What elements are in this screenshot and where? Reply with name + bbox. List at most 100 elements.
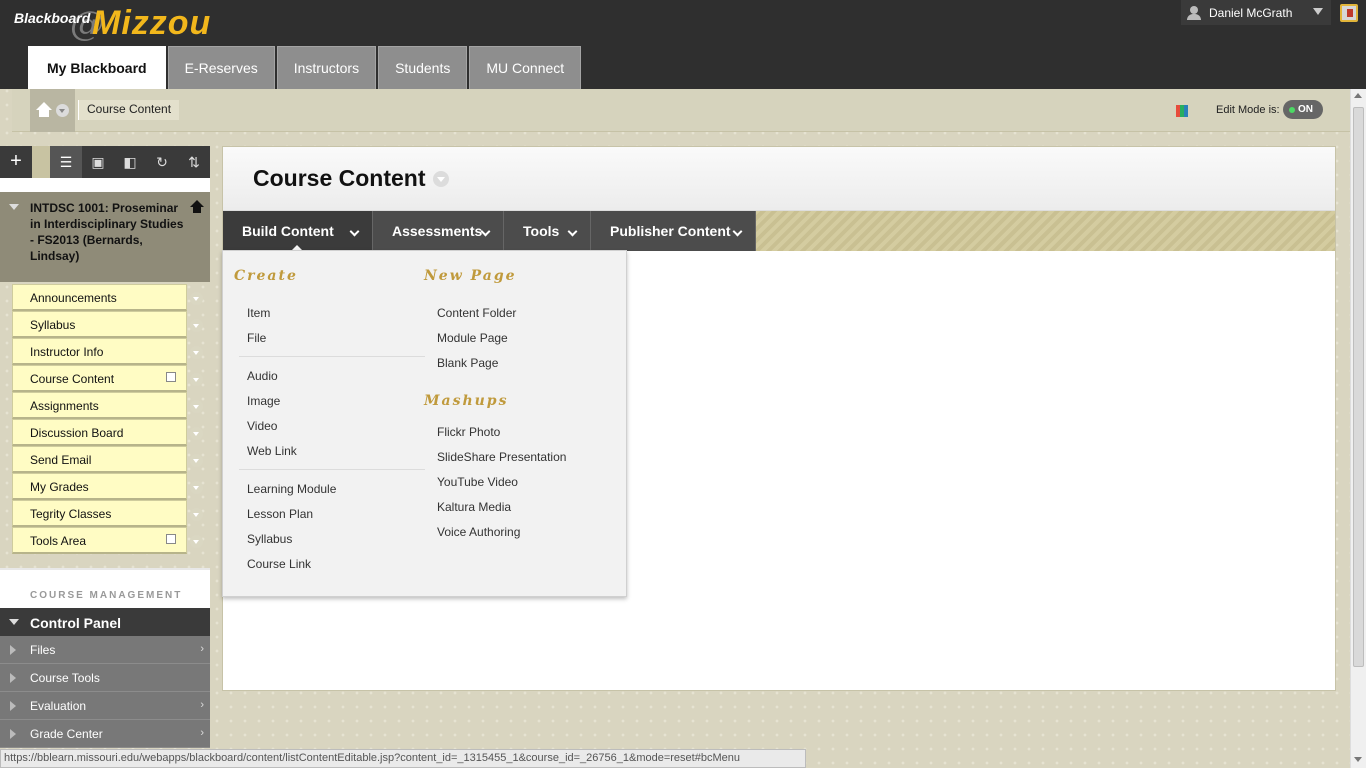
menu-item-label: Announcements: [30, 291, 117, 305]
home-button[interactable]: [30, 89, 75, 132]
chevron-down-icon[interactable]: [190, 508, 203, 521]
menu-item-label: Discussion Board: [30, 426, 124, 440]
sidebar-item-instructor-info[interactable]: Instructor Info: [12, 338, 203, 365]
assessments-button[interactable]: Assessments: [373, 211, 504, 251]
control-panel-item-files[interactable]: Files ›: [0, 636, 210, 664]
user-menu[interactable]: Daniel McGrath: [1181, 0, 1331, 25]
toolbar-divider: [32, 146, 50, 178]
chevron-down-icon[interactable]: [190, 292, 203, 305]
tools-button[interactable]: Tools: [504, 211, 591, 251]
menu-item-image[interactable]: Image: [247, 394, 280, 408]
menu-item-voice-authoring[interactable]: Voice Authoring: [437, 525, 520, 539]
link-icon: [166, 372, 176, 382]
menu-item-audio[interactable]: Audio: [247, 369, 278, 383]
sidebar-item-send-email[interactable]: Send Email: [12, 446, 203, 473]
scroll-down-icon[interactable]: [1354, 757, 1362, 762]
chevron-down-icon[interactable]: [56, 104, 69, 117]
collapse-icon: [9, 619, 19, 625]
home-icon[interactable]: [190, 200, 204, 214]
scroll-thumb[interactable]: [1353, 107, 1364, 667]
edit-mode-toggle[interactable]: ON: [1283, 100, 1323, 119]
control-panel-item-course-tools[interactable]: Course Tools: [0, 664, 210, 692]
menu-item-course-link[interactable]: Course Link: [247, 557, 311, 571]
control-panel-item-label: Course Tools: [30, 671, 100, 685]
breadcrumb-bar: Course Content Edit Mode is: ON: [12, 89, 1350, 132]
menu-item-content-folder[interactable]: Content Folder: [437, 306, 516, 320]
menu-item-item[interactable]: Item: [247, 306, 270, 320]
page-scrollbar[interactable]: [1350, 89, 1366, 768]
tab-my-blackboard[interactable]: My Blackboard: [28, 46, 166, 89]
window-icon[interactable]: ◧: [114, 146, 146, 178]
control-panel-item-grade-center[interactable]: Grade Center ›: [0, 720, 210, 748]
menu-item-syllabus[interactable]: Syllabus: [247, 532, 292, 546]
chevron-down-icon: [567, 226, 578, 237]
menu-item-kaltura-media[interactable]: Kaltura Media: [437, 500, 511, 514]
control-panel-header[interactable]: Control Panel: [0, 608, 210, 636]
publisher-content-button[interactable]: Publisher Content: [591, 211, 756, 251]
chevron-down-icon[interactable]: [190, 319, 203, 332]
sidebar-spacer: [0, 178, 210, 192]
sidebar-item-announcements[interactable]: Announcements: [12, 284, 203, 311]
add-menu-item-button[interactable]: +: [0, 146, 32, 178]
collapse-icon[interactable]: [9, 204, 19, 210]
content-header: Course Content: [223, 147, 1335, 211]
menu-item-file[interactable]: File: [247, 331, 266, 345]
chevron-down-icon[interactable]: [190, 373, 203, 386]
button-label: Publisher Content: [610, 223, 731, 239]
tab-mu-connect[interactable]: MU Connect: [469, 46, 582, 89]
scroll-up-icon[interactable]: [1354, 93, 1362, 98]
blackboard-mizzou-logo[interactable]: @ Blackboard Mizzou: [12, 4, 232, 46]
sidebar-item-tegrity-classes[interactable]: Tegrity Classes: [12, 500, 203, 527]
top-bar: @ Blackboard Mizzou Daniel McGrath My Bl…: [0, 0, 1366, 89]
tab-students[interactable]: Students: [378, 46, 468, 89]
sidebar-item-syllabus[interactable]: Syllabus: [12, 311, 203, 338]
logo-mizzou: Mizzou: [92, 4, 212, 42]
chevron-down-icon[interactable]: [433, 171, 449, 187]
tab-instructors[interactable]: Instructors: [276, 46, 377, 89]
breadcrumb-current: Course Content: [78, 100, 180, 120]
folder-icon[interactable]: ▣: [82, 146, 114, 178]
chevron-down-icon[interactable]: [190, 400, 203, 413]
menu-item-web-link[interactable]: Web Link: [247, 444, 297, 458]
browser-status-bar: https://bblearn.missouri.edu/webapps/bla…: [0, 749, 806, 768]
menu-item-youtube-video[interactable]: YouTube Video: [437, 475, 518, 489]
course-menu: Announcements Syllabus Instructor Info C…: [0, 284, 210, 554]
sidebar-item-assignments[interactable]: Assignments: [12, 392, 203, 419]
palette-icon[interactable]: [1176, 104, 1190, 118]
control-panel-item-label: Evaluation: [30, 699, 87, 713]
control-panel-item-evaluation[interactable]: Evaluation ›: [0, 692, 210, 720]
course-management-label: COURSE MANAGEMENT: [30, 590, 183, 601]
chevron-down-icon[interactable]: [190, 535, 203, 548]
chevron-down-icon[interactable]: [190, 346, 203, 359]
hidden-icon: [166, 534, 176, 544]
chevron-down-icon[interactable]: [190, 454, 203, 467]
user-name: Daniel McGrath: [1209, 5, 1293, 20]
logout-icon[interactable]: [1340, 4, 1358, 22]
menu-item-lesson-plan[interactable]: Lesson Plan: [247, 507, 313, 521]
menu-item-module-page[interactable]: Module Page: [437, 331, 508, 345]
menu-item-video[interactable]: Video: [247, 419, 277, 433]
refresh-icon[interactable]: ↻: [146, 146, 178, 178]
chevron-down-icon[interactable]: [190, 481, 203, 494]
menu-item-label: Tegrity Classes: [30, 507, 112, 521]
folder-view-icon[interactable]: ☰: [50, 146, 82, 178]
home-icon: [36, 102, 52, 118]
sidebar-item-course-content[interactable]: Course Content: [12, 365, 203, 392]
sidebar-item-tools-area[interactable]: Tools Area: [12, 527, 203, 554]
menu-item-blank-page[interactable]: Blank Page: [437, 356, 498, 370]
sidebar-item-my-grades[interactable]: My Grades: [12, 473, 203, 500]
chevron-down-icon[interactable]: [190, 427, 203, 440]
menu-item-slideshare-presentation[interactable]: SlideShare Presentation: [437, 450, 566, 464]
course-title[interactable]: INTDSC 1001: Proseminar in Interdiscipli…: [0, 192, 210, 282]
tab-e-reserves[interactable]: E-Reserves: [167, 46, 275, 89]
menu-item-learning-module[interactable]: Learning Module: [247, 482, 336, 496]
build-content-button[interactable]: Build Content: [223, 211, 373, 251]
logo-blackboard: Blackboard: [14, 10, 91, 26]
menu-divider: [239, 356, 425, 357]
menu-item-flickr-photo[interactable]: Flickr Photo: [437, 425, 500, 439]
sidebar-item-discussion-board[interactable]: Discussion Board: [12, 419, 203, 446]
menu-divider: [239, 469, 425, 470]
create-heading: Create: [234, 268, 298, 284]
chevron-right-icon: ›: [200, 699, 204, 711]
sort-icon[interactable]: ⇅: [178, 146, 210, 178]
